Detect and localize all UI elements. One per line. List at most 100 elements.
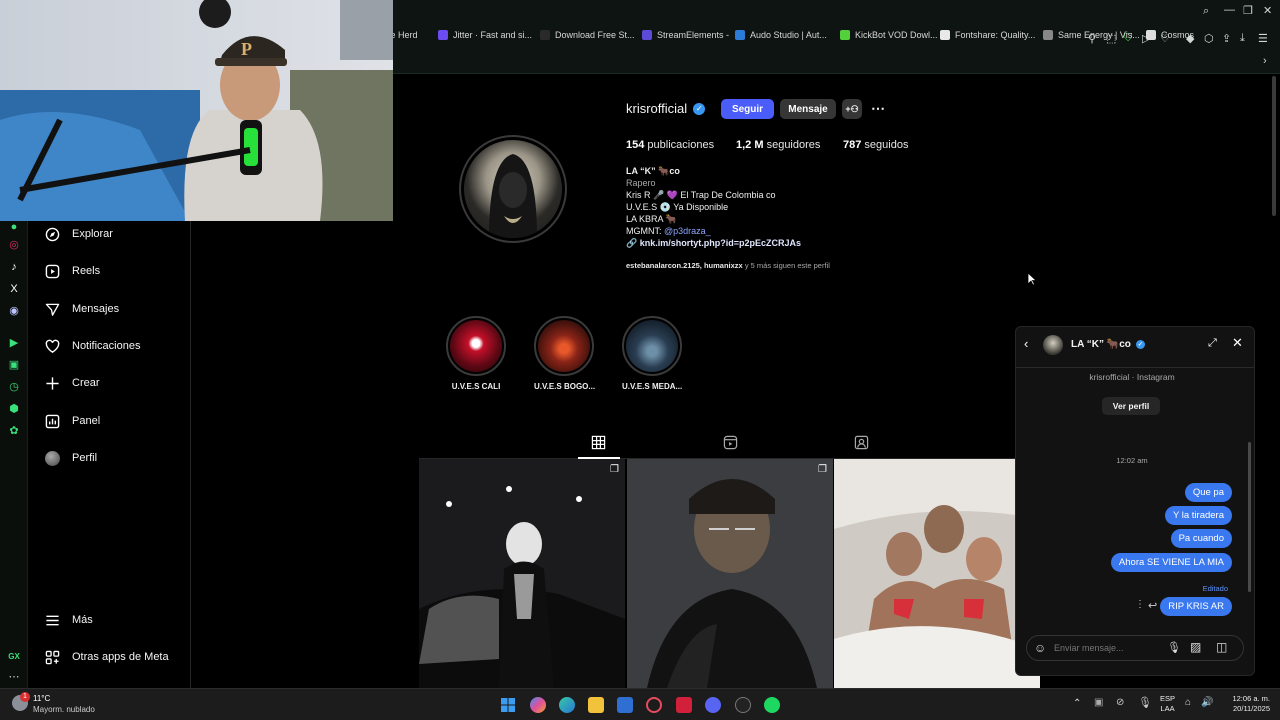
message-input[interactable] — [1054, 639, 1154, 657]
tray-chevron-icon[interactable]: ⌃ — [1073, 698, 1081, 709]
post-thumbnail[interactable]: ❐ — [419, 459, 625, 688]
discord-icon[interactable] — [705, 697, 721, 713]
nav-reels[interactable]: Reels — [44, 263, 100, 279]
follow-button[interactable]: Seguir — [721, 99, 774, 119]
tab-posts[interactable] — [591, 435, 606, 455]
sticker-icon[interactable]: ◫ — [1216, 640, 1227, 654]
tab-reels[interactable] — [723, 435, 738, 455]
bio-link[interactable]: knk.im/shortyt.php?id=p2pEcZCRJAs — [640, 238, 801, 248]
image-icon[interactable]: ▨ — [1190, 640, 1201, 654]
weather-temp[interactable]: 11°C — [33, 694, 50, 703]
history-icon[interactable]: ◷ — [7, 380, 21, 394]
x-icon[interactable]: X — [7, 282, 21, 296]
whatsapp-icon[interactable]: ● — [7, 220, 21, 234]
message-bubble[interactable]: Y la tiradera — [1164, 506, 1232, 525]
followers-stat[interactable]: 1,2 M seguidores — [736, 139, 820, 151]
tray-network-icon[interactable]: ⌂ — [1185, 697, 1191, 708]
expand-icon[interactable]: ⤢ — [1208, 337, 1217, 350]
dm-title-row[interactable]: LA “K” 🐂co ✓ — [1071, 339, 1145, 350]
store-icon[interactable] — [617, 697, 633, 713]
post-thumbnail[interactable]: ❐ — [627, 459, 833, 688]
search-icon[interactable]: ⌕ — [1203, 5, 1209, 18]
tiktok-icon[interactable]: ♪ — [7, 260, 21, 274]
language-indicator[interactable]: ESP LAA — [1160, 694, 1175, 714]
back-chevron-icon[interactable]: ‹ — [1024, 336, 1028, 351]
opera-gx-icon[interactable] — [646, 697, 662, 713]
restore-icon[interactable]: ❐ — [1243, 4, 1253, 17]
highlight-item[interactable]: U.V.E.S BOGO... — [534, 316, 595, 391]
category-label: Rapero — [626, 178, 656, 188]
nav-mas[interactable]: Más — [44, 612, 93, 628]
file-explorer-icon[interactable] — [588, 697, 604, 713]
post-thumbnail[interactable] — [834, 459, 1040, 688]
nav-perfil[interactable]: Perfil — [44, 450, 97, 466]
close-icon[interactable]: ✕ — [1232, 335, 1243, 351]
nav-explorar[interactable]: Explorar — [44, 226, 113, 242]
spotify-icon[interactable] — [764, 697, 780, 713]
gx-logo-icon[interactable]: GX — [7, 650, 21, 664]
options-dots-icon[interactable]: ⋯ — [871, 100, 885, 117]
dm-avatar[interactable] — [1043, 335, 1063, 355]
nav-notificaciones[interactable]: Notificaciones — [44, 338, 140, 354]
nav-meta-apps[interactable]: Otras apps de Meta — [44, 649, 169, 665]
bookmark-item[interactable]: Download Free St... — [540, 30, 635, 40]
followed-by[interactable]: estebanalarcon.2125, humanixzx y 5 más s… — [626, 261, 830, 270]
puzzle-icon[interactable]: ⬡ — [1204, 32, 1214, 45]
obs-icon[interactable] — [735, 697, 751, 713]
page-scrollbar[interactable] — [1272, 76, 1276, 216]
mgmt-handle-link[interactable]: @p3draza_ — [664, 226, 711, 236]
nav-mensajes[interactable]: Mensajes — [44, 301, 119, 317]
minimize-icon[interactable]: — — [1224, 4, 1235, 16]
following-stat[interactable]: 787 seguidos — [843, 139, 908, 151]
copilot-icon[interactable] — [530, 697, 546, 713]
tab-tagged[interactable] — [854, 435, 869, 455]
microphone-icon[interactable]: 🎙 — [1167, 641, 1181, 654]
bio-link-row[interactable]: 🔗 knk.im/shortyt.php?id=p2pEcZCRJAs — [626, 238, 801, 249]
reply-icon[interactable]: ↩ — [1148, 599, 1157, 612]
bookmark-item[interactable]: KickBot VOD Dowl... — [840, 30, 938, 40]
bookmark-item[interactable]: Jitter · Fast and si... — [438, 30, 532, 40]
close-window-icon[interactable]: ✕ — [1263, 4, 1272, 17]
download-icon[interactable]: ⤓ — [1240, 32, 1245, 45]
player-icon[interactable]: ▶ — [7, 336, 21, 350]
tray-mic-icon[interactable]: 🎙 — [1138, 696, 1152, 709]
emoji-icon[interactable]: ☺ — [1034, 641, 1046, 655]
weather-desc[interactable]: Mayorm. nublado — [33, 705, 95, 714]
cube-icon[interactable]: ⬢ — [7, 402, 21, 416]
bookmark-item[interactable]: Same Energy | Vis... — [1043, 30, 1140, 40]
message-bubble[interactable]: Pa cuando — [1170, 529, 1232, 548]
highlight-item[interactable]: U.V.E.S CALI — [446, 316, 506, 391]
bookmark-item[interactable]: StreamElements - — [642, 30, 729, 40]
bookmark-item[interactable]: Audo Studio | Aut... — [735, 30, 827, 40]
message-bubble[interactable]: Que pa — [1184, 483, 1232, 502]
tray-volume-icon[interactable]: 🔊 — [1201, 697, 1213, 708]
message-bubble[interactable]: Ahora SE VIENE LA MIA — [1110, 553, 1232, 572]
tagged-icon — [854, 435, 869, 450]
tray-app-icon[interactable]: ▣ — [1094, 697, 1103, 708]
view-profile-button[interactable]: Ver perfil — [1102, 397, 1160, 415]
capcut-icon[interactable] — [676, 697, 692, 713]
share-icon[interactable]: ⇪ — [1222, 32, 1231, 45]
edge-icon[interactable] — [559, 697, 575, 713]
instagram-icon[interactable]: ◎ — [7, 238, 21, 252]
message-options-icon[interactable]: ⋮ — [1135, 599, 1145, 610]
bookmark-item[interactable]: Fontshare: Quality... — [940, 30, 1035, 40]
highlight-item[interactable]: U.V.E.S MEDA... — [622, 316, 682, 391]
profile-avatar[interactable] — [459, 135, 567, 243]
discord-icon[interactable]: ◉ — [7, 304, 21, 318]
clock[interactable]: 12:06 a. m. 20/11/2025 — [1222, 694, 1270, 714]
more-dots-icon[interactable]: ⋯ — [7, 670, 21, 684]
dm-scrollbar[interactable] — [1248, 367, 1254, 625]
menu-icon[interactable]: ☰ — [1258, 32, 1268, 45]
message-bubble[interactable]: RIP KRIS AR — [1160, 597, 1232, 616]
nav-panel[interactable]: Panel — [44, 413, 100, 429]
nav-crear[interactable]: Crear — [44, 375, 100, 391]
message-button[interactable]: Mensaje — [780, 99, 836, 119]
chevron-right-icon[interactable]: › — [1263, 55, 1267, 67]
windows-start-icon[interactable] — [500, 697, 516, 713]
wallet-icon[interactable]: ▣ — [7, 358, 21, 372]
tray-network-off-icon[interactable]: ⊘ — [1116, 697, 1124, 708]
bookmark-item[interactable]: Cosmos — [1146, 30, 1194, 40]
leaf-icon[interactable]: ✿ — [7, 424, 21, 438]
suggest-user-icon[interactable]: +⚇ — [842, 99, 862, 119]
